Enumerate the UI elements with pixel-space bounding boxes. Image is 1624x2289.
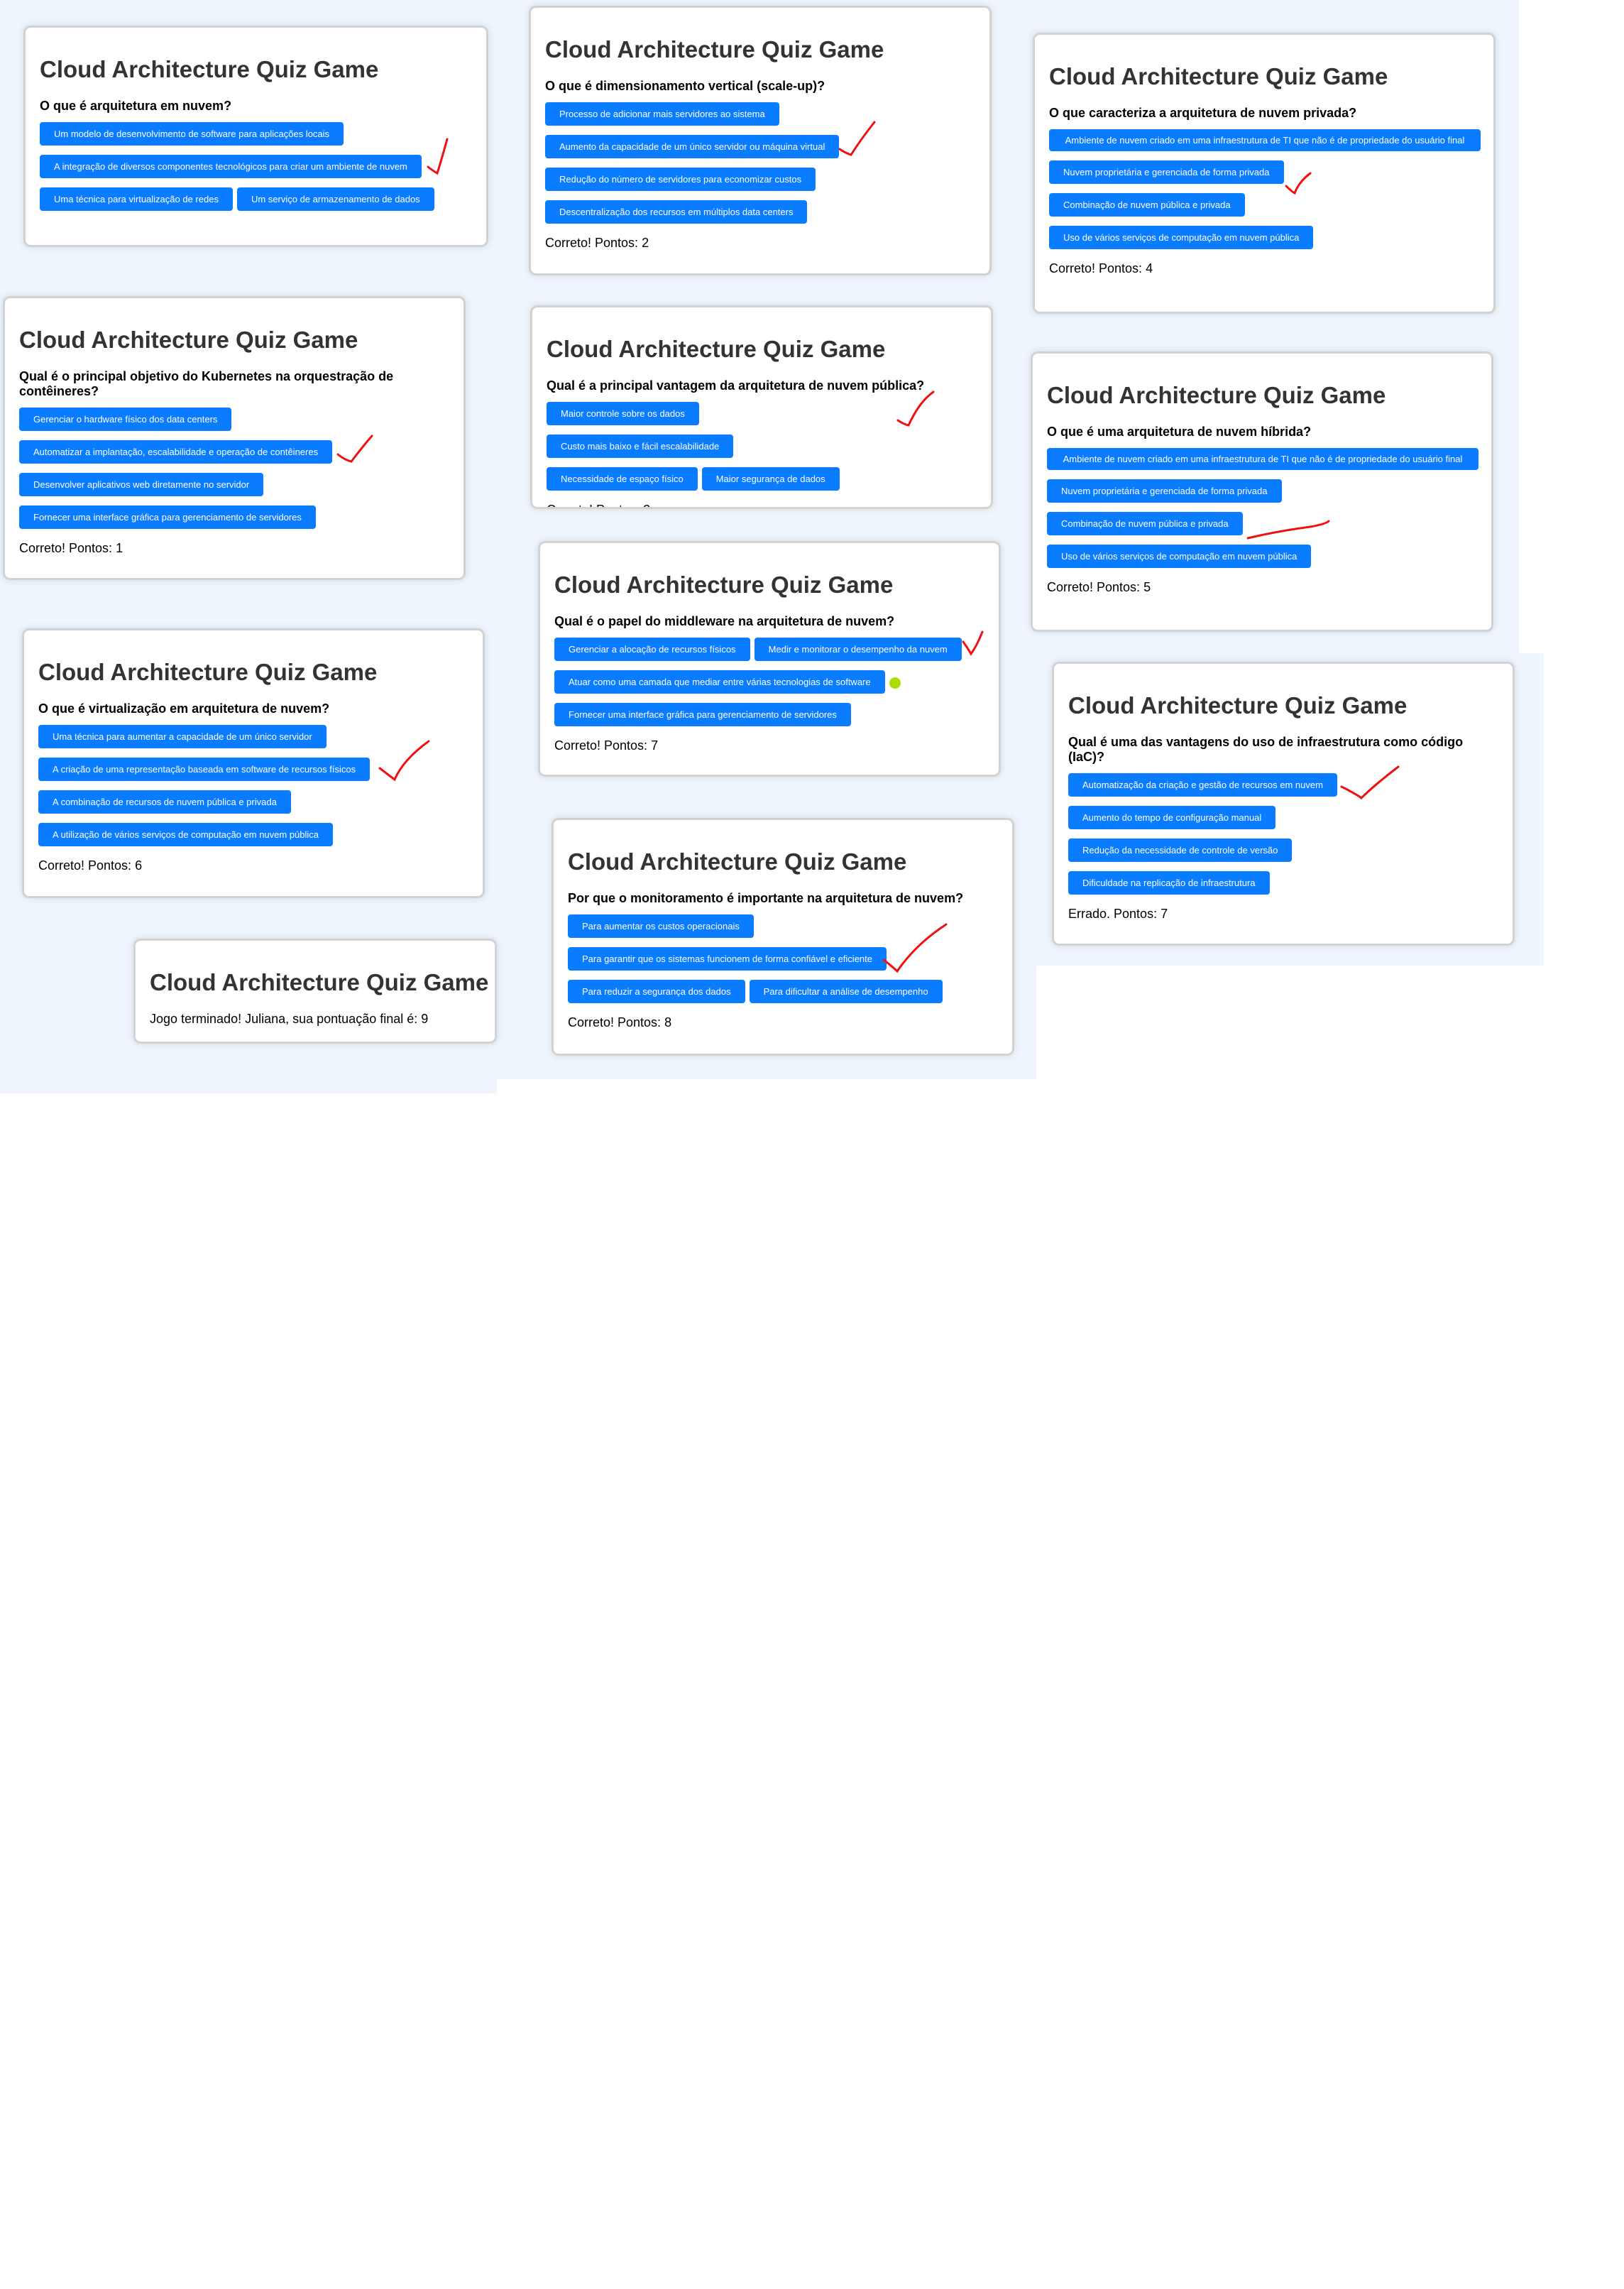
question-text: Por que o monitoramento é importante na … xyxy=(568,891,964,905)
result-text: Correto! Pontos: 5 xyxy=(1047,580,1151,594)
answer-option-button[interactable]: Para dificultar a análise de desempenho xyxy=(749,980,943,1003)
answer-option-button[interactable]: Redução da necessidade de controle de ve… xyxy=(1068,838,1293,862)
quiz-title: Cloud Architecture Quiz Game xyxy=(1049,63,1388,89)
question-text: Qual é o papel do middleware na arquitet… xyxy=(554,614,895,628)
answer-option-button[interactable]: Para garantir que os sistemas funcionem … xyxy=(568,947,887,971)
answer-option-button[interactable]: Redução do número de servidores para eco… xyxy=(545,168,816,191)
result-text: Errado. Pontos: 7 xyxy=(1068,907,1168,921)
options-list: Um modelo de desenvolvimento de software… xyxy=(40,122,472,220)
answer-option-button[interactable]: Gerenciar a alocação de recursos físicos xyxy=(554,638,750,661)
answer-option-button[interactable]: Uma técnica para aumentar a capacidade d… xyxy=(38,725,327,748)
quiz-card: Cloud Architecture Quiz Game O que é dim… xyxy=(529,6,992,275)
answer-option-button[interactable]: Aumento do tempo de configuração manual xyxy=(1068,806,1276,829)
answer-option-button[interactable]: Combinação de nuvem pública e privada xyxy=(1049,193,1245,217)
answer-option-button[interactable]: Nuvem proprietária e gerenciada de forma… xyxy=(1047,479,1282,503)
answer-option-button[interactable]: Combinação de nuvem pública e privada xyxy=(1047,512,1243,535)
answer-option-button[interactable]: Para aumentar os custos operacionais xyxy=(568,914,754,938)
quiz-card: Cloud Architecture Quiz Game Qual é uma … xyxy=(1052,662,1515,946)
quiz-title: Cloud Architecture Quiz Game xyxy=(1068,692,1408,719)
quiz-title: Cloud Architecture Quiz Game xyxy=(40,56,379,82)
answer-option-button[interactable]: Nuvem proprietária e gerenciada de forma… xyxy=(1049,160,1284,184)
answer-option-button[interactable]: A combinação de recursos de nuvem públic… xyxy=(38,790,291,814)
quiz-title: Cloud Architecture Quiz Game xyxy=(554,572,894,598)
result-text: Correto! Pontos: 3 xyxy=(547,503,977,507)
question-text: O que é arquitetura em nuvem? xyxy=(40,99,232,113)
quiz-title: Cloud Architecture Quiz Game xyxy=(150,969,489,995)
options-list: Maior controle sobre os dados Custo mais… xyxy=(547,402,852,500)
quiz-card: Cloud Architecture Quiz Game O que é arq… xyxy=(23,26,488,247)
options-list: Para aumentar os custos operacionais Par… xyxy=(568,914,965,1012)
question-text: Qual é o principal objetivo do Kubernete… xyxy=(19,369,394,398)
question-text: Qual é a principal vantagem da arquitetu… xyxy=(547,378,925,393)
quiz-card: Cloud Architecture Quiz Game O que carac… xyxy=(1033,33,1496,314)
result-text: Correto! Pontos: 4 xyxy=(1049,261,1153,275)
question-text: O que caracteriza a arquitetura de nuvem… xyxy=(1049,106,1357,120)
answer-option-button[interactable]: Atuar como uma camada que mediar entre v… xyxy=(554,670,885,694)
result-text: Correto! Pontos: 1 xyxy=(19,541,124,555)
answer-option-button[interactable]: Desenvolver aplicativos web diretamente … xyxy=(19,473,264,496)
answer-option-button[interactable]: Aumento da capacidade de um único servid… xyxy=(545,135,840,158)
quiz-card: Cloud Architecture Quiz Game Por que o m… xyxy=(552,818,1014,1056)
answer-option-button[interactable]: Um serviço de armazenamento de dados xyxy=(236,187,434,211)
answer-option-button[interactable]: Ambiente de nuvem criado em uma infraest… xyxy=(1049,129,1481,151)
answer-option-button[interactable]: Descentralização dos recursos em múltipl… xyxy=(545,200,808,224)
answer-option-button[interactable]: Um modelo de desenvolvimento de software… xyxy=(40,122,344,146)
answer-option-button[interactable]: Automatizar a implantação, escalabilidad… xyxy=(19,440,333,464)
quiz-title: Cloud Architecture Quiz Game xyxy=(1047,382,1386,408)
quiz-card: Cloud Architecture Quiz Game Qual é o pr… xyxy=(3,296,466,580)
answer-option-button[interactable]: A utilização de vários serviços de compu… xyxy=(38,823,334,846)
question-text: O que é uma arquitetura de nuvem híbrida… xyxy=(1047,425,1312,439)
question-text: Qual é uma das vantagens do uso de infra… xyxy=(1068,735,1464,764)
question-text: O que é dimensionamento vertical (scale-… xyxy=(545,79,825,93)
answer-option-button[interactable]: Custo mais baixo e fácil escalabilidade xyxy=(547,435,734,458)
options-list: Ambiente de nuvem criado em uma infraest… xyxy=(1047,448,1478,577)
quiz-card: Cloud Architecture Quiz Game Qual é o pa… xyxy=(538,541,1001,777)
options-list: Processo de adicionar mais servidores ao… xyxy=(545,102,975,233)
options-list: Uma técnica para aumentar a capacidade d… xyxy=(38,725,468,856)
result-text: Correto! Pontos: 2 xyxy=(545,236,649,250)
answer-option-button[interactable]: Fornecer uma interface gráfica para gere… xyxy=(19,506,316,529)
quiz-title: Cloud Architecture Quiz Game xyxy=(38,659,378,685)
result-text: Correto! Pontos: 7 xyxy=(554,738,659,753)
final-score-text: Jogo terminado! Juliana, sua pontuação f… xyxy=(150,1012,429,1026)
quiz-card: Cloud Architecture Quiz Game Qual é a pr… xyxy=(530,305,993,509)
options-list: Ambiente de nuvem criado em uma infraest… xyxy=(1049,129,1481,258)
quiz-title: Cloud Architecture Quiz Game xyxy=(568,848,907,875)
options-list: Gerenciar o hardware físico dos data cen… xyxy=(19,408,449,538)
answer-option-button[interactable]: Automatização da criação e gestão de rec… xyxy=(1068,773,1337,797)
answer-option-button[interactable]: Dificuldade na replicação de infraestrut… xyxy=(1068,871,1270,895)
answer-option-button[interactable]: Necessidade de espaço físico xyxy=(547,467,698,491)
answer-option-button[interactable]: A integração de diversos componentes tec… xyxy=(40,155,422,178)
answer-option-button[interactable]: Uso de vários serviços de computação em … xyxy=(1049,226,1314,249)
quiz-title: Cloud Architecture Quiz Game xyxy=(547,336,886,362)
quiz-card: Cloud Architecture Quiz Game O que é vir… xyxy=(22,628,485,898)
question-text: O que é virtualização em arquitetura de … xyxy=(38,701,330,716)
answer-option-button[interactable]: Uso de vários serviços de computação em … xyxy=(1047,545,1312,568)
answer-option-button[interactable]: Para reduzir a segurança dos dados xyxy=(568,980,745,1003)
options-list: Gerenciar a alocação de recursos físicos… xyxy=(554,638,984,736)
answer-option-button[interactable]: Gerenciar o hardware físico dos data cen… xyxy=(19,408,232,431)
answer-option-button[interactable]: Medir e monitorar o desempenho da nuvem xyxy=(754,638,962,661)
quiz-card: Cloud Architecture Quiz Game O que é uma… xyxy=(1031,351,1493,632)
quiz-title: Cloud Architecture Quiz Game xyxy=(19,327,358,353)
answer-option-button[interactable]: Processo de adicionar mais servidores ao… xyxy=(545,102,779,126)
answer-option-button[interactable]: Maior segurança de dados xyxy=(701,467,840,491)
answer-option-button[interactable]: A criação de uma representação baseada e… xyxy=(38,758,371,781)
answer-option-button[interactable]: Maior controle sobre os dados xyxy=(547,402,699,425)
answer-option-button[interactable]: Uma técnica para virtualização de redes xyxy=(40,187,233,211)
result-text: Correto! Pontos: 8 xyxy=(568,1015,672,1029)
quiz-title: Cloud Architecture Quiz Game xyxy=(545,36,884,62)
result-text: Correto! Pontos: 6 xyxy=(38,858,143,873)
answer-option-button[interactable]: Ambiente de nuvem criado em uma infraest… xyxy=(1047,448,1478,470)
answer-option-button[interactable]: Fornecer uma interface gráfica para gere… xyxy=(554,703,851,726)
options-list: Automatização da criação e gestão de rec… xyxy=(1068,773,1498,904)
quiz-card-final: Cloud Architecture Quiz Game Jogo termin… xyxy=(133,939,497,1044)
